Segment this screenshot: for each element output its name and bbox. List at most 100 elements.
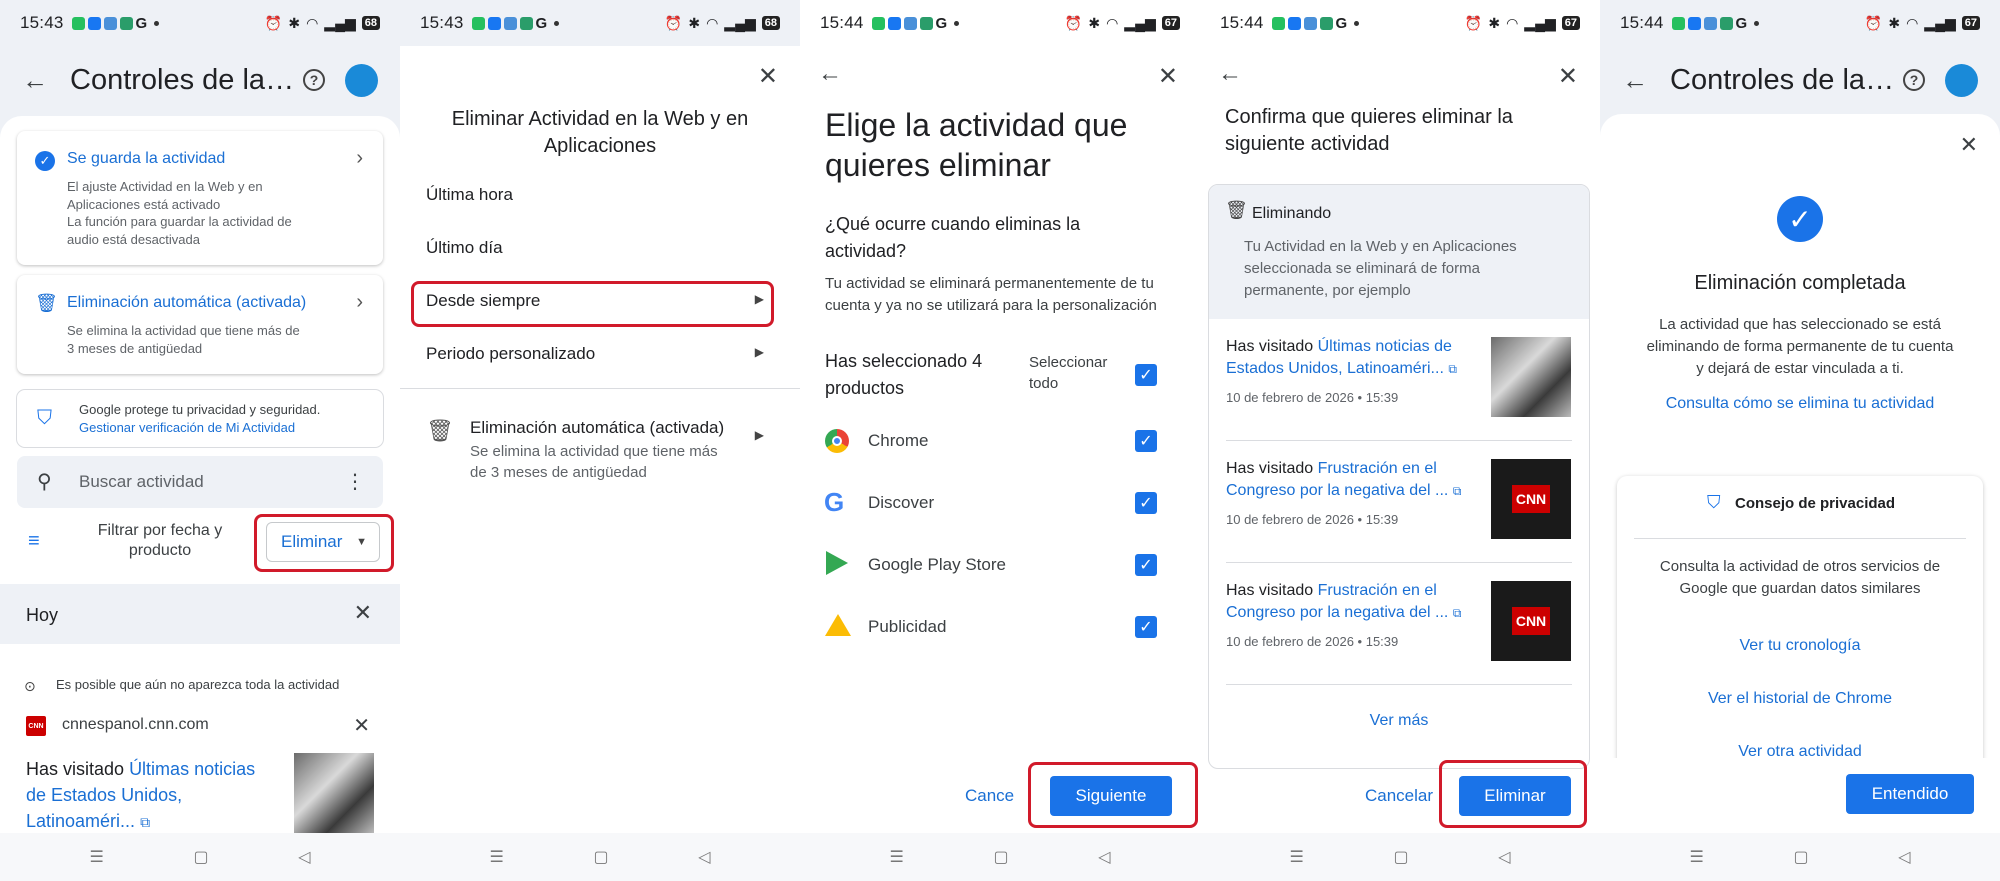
home-nav-icon[interactable]: ▢ [593, 847, 608, 867]
google-icon: G [135, 14, 148, 32]
info-dots-icon: ⊙ [24, 678, 36, 694]
cnn-logo: CNN [1511, 607, 1551, 635]
home-nav-icon[interactable]: ▢ [993, 847, 1008, 867]
system-nav-bar: ☰ ▢ ◁ [400, 833, 800, 881]
deleted-item[interactable]: Has visitado Últimas noticias de Estados… [1226, 336, 1486, 380]
card-title: Eliminación automática (activada) [67, 294, 307, 311]
product-label: Discover [868, 493, 935, 512]
deleting-title: Eliminando [1252, 205, 1332, 222]
play-store-checkbox[interactable]: ✓ [1135, 554, 1157, 576]
auto-delete-subtitle: Se elimina la actividad que tiene más de… [470, 443, 718, 481]
back-nav-icon[interactable]: ◁ [698, 847, 710, 867]
back-nav-icon[interactable]: ◁ [298, 847, 310, 867]
search-bar[interactable]: ⚲ Buscar actividad ⋮ [17, 456, 383, 508]
select-all-label: Seleccionar todo [1029, 354, 1108, 392]
open-external-icon: ⧉ [1452, 606, 1462, 620]
timeline-link[interactable]: Ver tu cronología [1617, 637, 1983, 655]
filter-label[interactable]: Filtrar por fecha y producto [85, 521, 235, 561]
chrome-icon [825, 429, 849, 453]
close-icon[interactable]: ✕ [1960, 132, 1978, 158]
highlight-all-time [411, 281, 774, 327]
back-nav-icon[interactable]: ◁ [1898, 847, 1910, 867]
wifi-icon: ◠ [1906, 14, 1919, 31]
ads-checkbox[interactable]: ✓ [1135, 616, 1157, 638]
close-icon[interactable]: ✕ [758, 62, 778, 91]
deleted-item[interactable]: Has visitado Frustración en el Congreso … [1226, 580, 1486, 624]
ads-icon [825, 614, 851, 636]
app-icon [1319, 16, 1333, 30]
battery-icon: 68 [761, 16, 780, 30]
more-notifications-icon [1354, 20, 1360, 26]
check-circle-icon: ✓ [1777, 196, 1823, 242]
dialog-heading: Eliminar Actividad en la Web y en Aplica… [451, 108, 749, 157]
auto-delete-title[interactable]: Eliminación automática (activada) [470, 418, 724, 438]
app-icon [1303, 16, 1317, 30]
app-icon [919, 16, 933, 30]
menu-nav-icon[interactable]: ☰ [90, 847, 104, 867]
chrome-checkbox[interactable]: ✓ [1135, 430, 1157, 452]
avatar[interactable] [1945, 63, 1978, 97]
whatsapp-icon [1271, 16, 1285, 30]
auto-delete-card[interactable]: 🗑 Eliminación automática (activada) › Se… [17, 275, 383, 374]
shield-icon: ⛉ [37, 407, 52, 429]
help-icon[interactable]: ? [1903, 69, 1925, 91]
menu-nav-icon[interactable]: ☰ [1690, 847, 1704, 867]
option-last-hour[interactable]: Última hora [426, 185, 513, 205]
notification-icons: G [1671, 15, 1760, 32]
signal-icon: ▂▄▆ [1524, 14, 1556, 31]
discover-checkbox[interactable]: ✓ [1135, 492, 1157, 514]
avatar[interactable] [345, 63, 378, 97]
today-label: Hoy [26, 605, 59, 625]
cancel-button[interactable]: Cancelar [965, 786, 1015, 806]
menu-nav-icon[interactable]: ☰ [490, 847, 504, 867]
more-vert-icon[interactable]: ⋮ [345, 469, 365, 494]
visited-prefix: Has visitado [1226, 582, 1314, 599]
option-custom-range[interactable]: Periodo personalizado [426, 344, 595, 364]
item-date: 10 de febrero de 2026 • 15:39 [1226, 512, 1399, 527]
close-icon[interactable]: ✕ [1558, 62, 1578, 91]
search-input[interactable]: Buscar actividad [79, 472, 204, 492]
select-all-checkbox[interactable]: ✓ [1135, 364, 1157, 386]
back-nav-icon[interactable]: ◁ [1498, 847, 1510, 867]
home-nav-icon[interactable]: ▢ [1793, 847, 1808, 867]
back-nav-icon[interactable]: ◁ [1098, 847, 1110, 867]
help-icon[interactable]: ? [303, 69, 325, 91]
battery-icon: 67 [1161, 16, 1180, 30]
back-arrow-icon[interactable]: ← [818, 60, 842, 88]
menu-nav-icon[interactable]: ☰ [1290, 847, 1304, 867]
filter-icon[interactable]: ≡ [28, 530, 40, 553]
menu-nav-icon[interactable]: ☰ [890, 847, 904, 867]
close-icon[interactable]: ✕ [354, 600, 372, 626]
deleted-item[interactable]: Has visitado Frustración en el Congreso … [1226, 458, 1486, 502]
see-more-link[interactable]: Ver más [1209, 712, 1589, 730]
manage-verification-link[interactable]: Gestionar verificación de Mi Actividad [79, 420, 295, 435]
google-discover-icon: G [824, 487, 845, 517]
site-name[interactable]: cnnespanol.cnn.com [62, 716, 209, 734]
cnn-logo: CNN [1511, 485, 1551, 513]
screen-activity-controls: 15:43 G ⏰ ✱ ◠ ▂▄▆ 68 ← Controles de la a… [0, 0, 400, 881]
close-icon[interactable]: ✕ [353, 713, 370, 738]
cancel-button[interactable]: Cancelar [1365, 786, 1433, 806]
card-line: El ajuste Actividad en la Web y en [67, 179, 263, 194]
home-nav-icon[interactable]: ▢ [193, 847, 208, 867]
back-arrow-icon[interactable]: ← [1218, 60, 1242, 88]
back-arrow-icon[interactable]: ← [22, 65, 48, 96]
bluetooth-icon: ✱ [688, 14, 701, 31]
alarm-icon: ⏰ [1464, 14, 1483, 31]
how-deletion-works-link[interactable]: Consulta cómo se elimina tu actividad [1600, 395, 2000, 413]
status-bar: 15:43 G ⏰ ✱ ◠ ▂▄▆ 68 [0, 0, 400, 46]
visited-entry[interactable]: Has visitado Últimas noticias de Estados… [26, 756, 274, 835]
chrome-history-link[interactable]: Ver el historial de Chrome [1617, 690, 1983, 708]
alarm-icon: ⏰ [1864, 14, 1883, 31]
status-time: 15:44 [1620, 13, 1664, 32]
close-icon[interactable]: ✕ [1158, 62, 1178, 91]
back-arrow-icon[interactable]: ← [1622, 65, 1648, 96]
open-external-icon: ⧉ [140, 814, 151, 830]
home-nav-icon[interactable]: ▢ [1393, 847, 1408, 867]
status-bar: 15:44 G ⏰ ✱ ◠ ▂▄▆ 67 [1600, 0, 2000, 46]
got-it-button[interactable]: Entendido [1846, 774, 1974, 814]
activity-saved-card[interactable]: ✓ Se guarda la actividad › El ajuste Act… [17, 131, 383, 265]
option-last-day[interactable]: Último día [426, 238, 503, 258]
auto-delete-icon: 🗑 [426, 418, 454, 443]
wifi-icon: ◠ [306, 14, 319, 31]
